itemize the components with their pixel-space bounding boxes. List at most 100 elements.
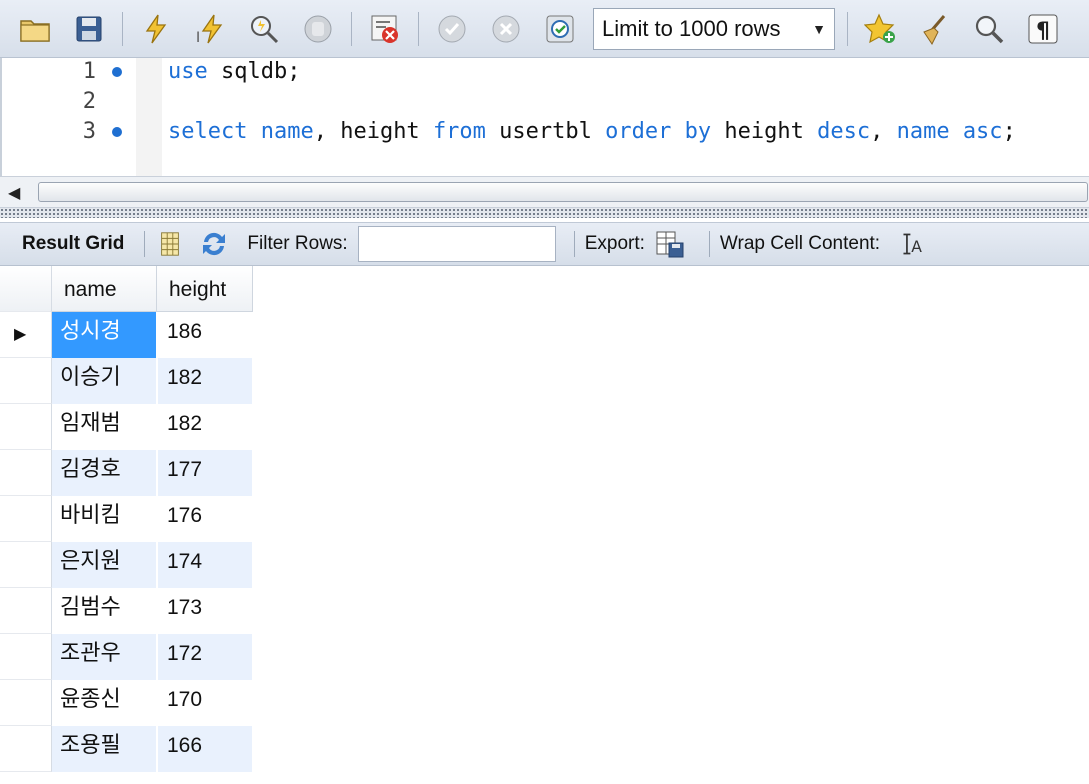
row-header[interactable] <box>0 542 52 588</box>
column-header-name[interactable]: name <box>52 266 157 312</box>
cell-name[interactable]: 조용필 <box>52 726 156 772</box>
row-header[interactable]: ▶ <box>0 312 52 358</box>
keyword: name <box>260 119 314 144</box>
row-header[interactable] <box>0 588 52 634</box>
cell-height[interactable]: 172 <box>158 634 252 680</box>
row-header[interactable] <box>0 404 52 450</box>
column-header-height[interactable]: height <box>157 266 253 312</box>
svg-text:I: I <box>196 30 200 46</box>
toolbar-separator <box>351 11 352 46</box>
line-number-1: 1 <box>82 59 96 84</box>
cell-name[interactable]: 이승기 <box>52 358 156 404</box>
toolbar-separator <box>144 231 146 257</box>
keyword: asc <box>962 119 1003 144</box>
row-header[interactable] <box>0 358 52 404</box>
keyword: order <box>605 119 672 144</box>
cell-height[interactable]: 182 <box>158 358 252 404</box>
cell-height[interactable]: 173 <box>158 588 252 634</box>
export-icon[interactable] <box>655 229 685 259</box>
keyword: use <box>168 59 208 84</box>
cell-name[interactable]: 김범수 <box>52 588 156 634</box>
row-header[interactable] <box>0 726 52 772</box>
grid-corner-cell <box>0 266 52 312</box>
cell-height[interactable]: 177 <box>158 450 252 496</box>
scrollbar-thumb[interactable] <box>38 182 1088 202</box>
current-row-indicator-icon: ▶ <box>14 326 27 343</box>
svg-text:A: A <box>911 238 922 256</box>
panel-splitter[interactable] <box>0 208 1089 218</box>
explain-icon[interactable] <box>243 8 285 50</box>
chevron-left-icon[interactable]: ◀ <box>8 183 20 203</box>
wrap-cell-content-label: Wrap Cell Content: <box>719 233 881 254</box>
row-header[interactable] <box>0 496 52 542</box>
code-text: , height <box>313 119 433 144</box>
keyword: name <box>896 119 950 144</box>
code-text: , <box>870 119 897 144</box>
cell-height[interactable]: 170 <box>158 680 252 726</box>
code-line-3: select name, height from usertbl order b… <box>168 119 1016 144</box>
cell-name[interactable]: 바비킴 <box>52 496 156 542</box>
cell-name[interactable]: 김경호 <box>52 450 156 496</box>
code-text: usertbl <box>485 119 606 144</box>
cell-name[interactable]: 윤종신 <box>52 680 156 726</box>
result-toolbar: Result Grid Filter Rows: Export: Wrap Ce… <box>0 222 1089 266</box>
sql-editor-toolbar: I Limit to 1000 rows ▼ ¶ <box>0 0 1089 58</box>
keyword: by <box>684 119 712 144</box>
toolbar-separator <box>573 231 575 257</box>
toolbar-separator <box>418 11 419 46</box>
chevron-down-icon: ▼ <box>812 20 826 37</box>
editor-gutter: 1 2 3 <box>2 58 162 176</box>
svg-text:¶: ¶ <box>1036 19 1050 44</box>
editor-horizontal-scrollbar[interactable]: ◀ <box>0 176 1089 208</box>
cell-height[interactable]: 176 <box>158 496 252 542</box>
save-icon[interactable] <box>68 8 110 50</box>
keyword: from <box>432 119 486 144</box>
filter-rows-label: Filter Rows: <box>247 233 348 254</box>
statement-marker-icon <box>112 127 122 137</box>
cell-name[interactable]: 은지원 <box>52 542 156 588</box>
row-header[interactable] <box>0 634 52 680</box>
cell-height[interactable]: 186 <box>158 312 252 358</box>
code-text: sqldb; <box>207 59 301 84</box>
cell-height[interactable]: 166 <box>158 726 252 772</box>
autocommit-icon[interactable] <box>539 8 581 50</box>
code-line-1: use sqldb; <box>168 59 300 84</box>
open-folder-icon[interactable] <box>14 8 56 50</box>
refresh-icon[interactable] <box>199 229 229 259</box>
cell-name[interactable]: 조관우 <box>52 634 156 680</box>
cell-height[interactable]: 182 <box>158 404 252 450</box>
cell-height[interactable]: 174 <box>158 542 252 588</box>
stop-icon[interactable] <box>297 8 339 50</box>
result-grid-tab[interactable]: Result Grid <box>22 233 124 255</box>
toolbar-separator <box>708 231 710 257</box>
find-icon[interactable] <box>968 8 1010 50</box>
code-text: ; <box>1002 119 1016 144</box>
statement-marker-icon <box>112 67 122 77</box>
beautify-icon[interactable] <box>914 8 956 50</box>
line-number-3: 3 <box>82 119 96 144</box>
grid-view-icon[interactable] <box>155 229 185 259</box>
invisible-chars-icon[interactable]: ¶ <box>1022 8 1064 50</box>
toggle-error-icon[interactable] <box>364 8 406 50</box>
editor-fold-strip <box>136 58 162 176</box>
rollback-icon[interactable] <box>485 8 527 50</box>
code-text: height <box>711 119 818 144</box>
row-header[interactable] <box>0 450 52 496</box>
limit-rows-value: Limit to 1000 rows <box>602 15 781 41</box>
cell-name[interactable]: 임재범 <box>52 404 156 450</box>
keyword: select <box>168 119 248 144</box>
filter-rows-input[interactable] <box>357 226 556 262</box>
commit-icon[interactable] <box>431 8 473 50</box>
row-header[interactable] <box>0 680 52 726</box>
cell-name[interactable]: 성시경 <box>52 312 156 358</box>
limit-rows-select[interactable]: Limit to 1000 rows ▼ <box>593 7 835 50</box>
add-snippet-icon[interactable] <box>860 8 902 50</box>
keyword: desc <box>817 119 871 144</box>
execute-icon[interactable] <box>135 8 177 50</box>
sql-editor[interactable]: 1 2 3 use sqldb; select name, height fro… <box>0 58 1089 176</box>
toolbar-separator <box>847 11 848 46</box>
wrap-text-icon[interactable]: A <box>898 229 928 259</box>
execute-current-icon[interactable]: I <box>189 8 231 50</box>
